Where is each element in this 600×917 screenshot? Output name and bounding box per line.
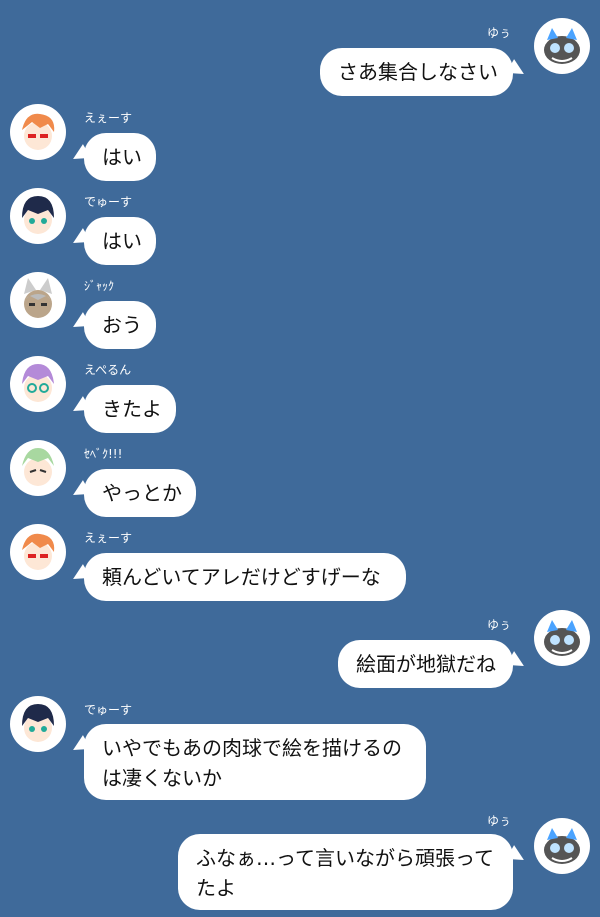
dark-blue-hair-character-icon[interactable]: [10, 696, 66, 752]
sender-name: ゆぅ: [487, 618, 512, 632]
gray-cat-monster-icon[interactable]: [534, 18, 590, 74]
sender-name: ｾﾍﾞｸ!!!: [84, 447, 123, 461]
message-bubble: 絵面が地獄だね: [338, 640, 513, 688]
sender-name: でゅーす: [84, 703, 133, 717]
dark-blue-hair-character-icon[interactable]: [10, 188, 66, 244]
message-bubble: はい: [84, 217, 156, 265]
sender-name: ゆぅ: [487, 26, 512, 40]
green-hair-character-icon[interactable]: [10, 440, 66, 496]
gray-cat-monster-icon[interactable]: [534, 818, 590, 874]
sender-name: ゆぅ: [487, 814, 512, 828]
message-bubble: いやでもあの肉球で絵を描けるのは凄くないか: [84, 724, 426, 800]
message-bubble: ふなぁ…って言いながら頑張ってたよ: [178, 834, 513, 910]
sender-name: えぇーす: [84, 531, 133, 545]
sender-name: ｼﾞｬｯｸ: [84, 279, 115, 293]
message-bubble: さあ集合しなさい: [320, 48, 513, 96]
wolf-ear-character-icon[interactable]: [10, 272, 66, 328]
message-bubble: はい: [84, 133, 156, 181]
orange-hair-character-icon[interactable]: [10, 104, 66, 160]
orange-hair-character-icon[interactable]: [10, 524, 66, 580]
sender-name: でゅーす: [84, 195, 133, 209]
gray-cat-monster-icon[interactable]: [534, 610, 590, 666]
message-bubble: おう: [84, 301, 156, 349]
purple-hair-character-icon[interactable]: [10, 356, 66, 412]
message-bubble: 頼んどいてアレだけどすげーな: [84, 553, 406, 601]
message-bubble: きたよ: [84, 385, 176, 433]
sender-name: えぇーす: [84, 111, 133, 125]
message-bubble: やっとか: [84, 469, 196, 517]
sender-name: えぺるん: [84, 363, 132, 377]
